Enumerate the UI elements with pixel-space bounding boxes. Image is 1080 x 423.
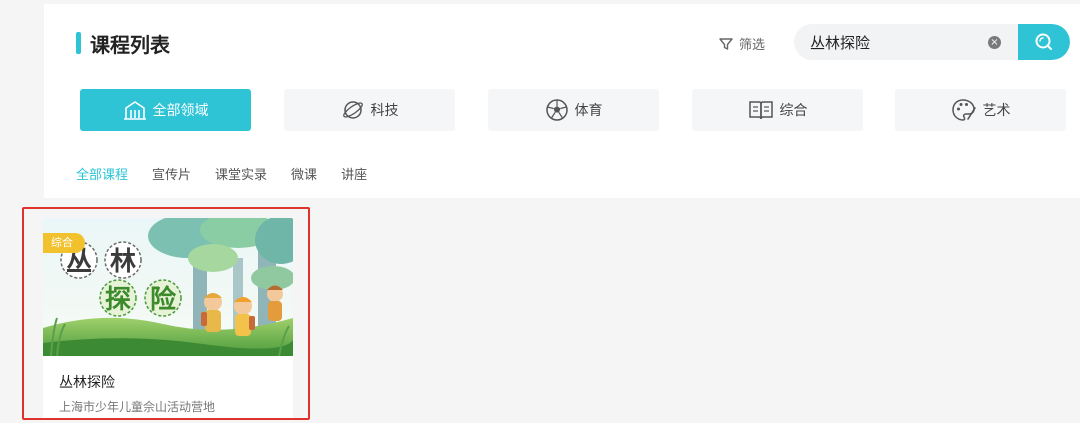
category-art[interactable]: 艺术	[895, 89, 1066, 131]
filter-icon	[719, 37, 733, 50]
category-label: 综合	[779, 103, 808, 119]
search-box: ×	[794, 24, 1070, 60]
category-label: 体育	[574, 103, 603, 119]
category-general[interactable]: 综合	[692, 89, 863, 131]
category-tech[interactable]: 科技	[284, 89, 455, 131]
category-label: 科技	[370, 103, 399, 119]
search-icon	[1035, 33, 1052, 50]
tab-class-record[interactable]: 课堂实录	[215, 164, 267, 183]
category-label: 艺术	[982, 103, 1011, 119]
category-all[interactable]: 全部领域	[80, 89, 251, 131]
tab-all-courses[interactable]: 全部课程	[76, 164, 128, 183]
course-type-tabs: 全部课程 宣传片 课堂实录 微课 讲座	[76, 164, 391, 183]
soccer-ball-icon	[545, 99, 568, 121]
filter-label: 筛选	[739, 38, 766, 53]
planet-icon	[342, 101, 363, 119]
book-icon	[748, 101, 773, 120]
search-button[interactable]	[1018, 24, 1070, 60]
tab-micro-course[interactable]: 微课	[291, 164, 317, 183]
building-icon	[123, 101, 146, 120]
palette-icon	[951, 99, 976, 121]
search-input[interactable]	[810, 24, 980, 60]
tab-promo-video[interactable]: 宣传片	[152, 164, 191, 183]
page-title: 课程列表	[90, 33, 170, 57]
tab-lecture[interactable]: 讲座	[341, 164, 367, 183]
filter-button[interactable]: 筛选	[719, 34, 765, 53]
title-accent-bar	[76, 32, 81, 54]
highlight-outline	[22, 207, 310, 420]
category-label: 全部领域	[152, 103, 209, 119]
clear-search-button[interactable]: ×	[988, 36, 1001, 49]
category-sports[interactable]: 体育	[488, 89, 659, 131]
